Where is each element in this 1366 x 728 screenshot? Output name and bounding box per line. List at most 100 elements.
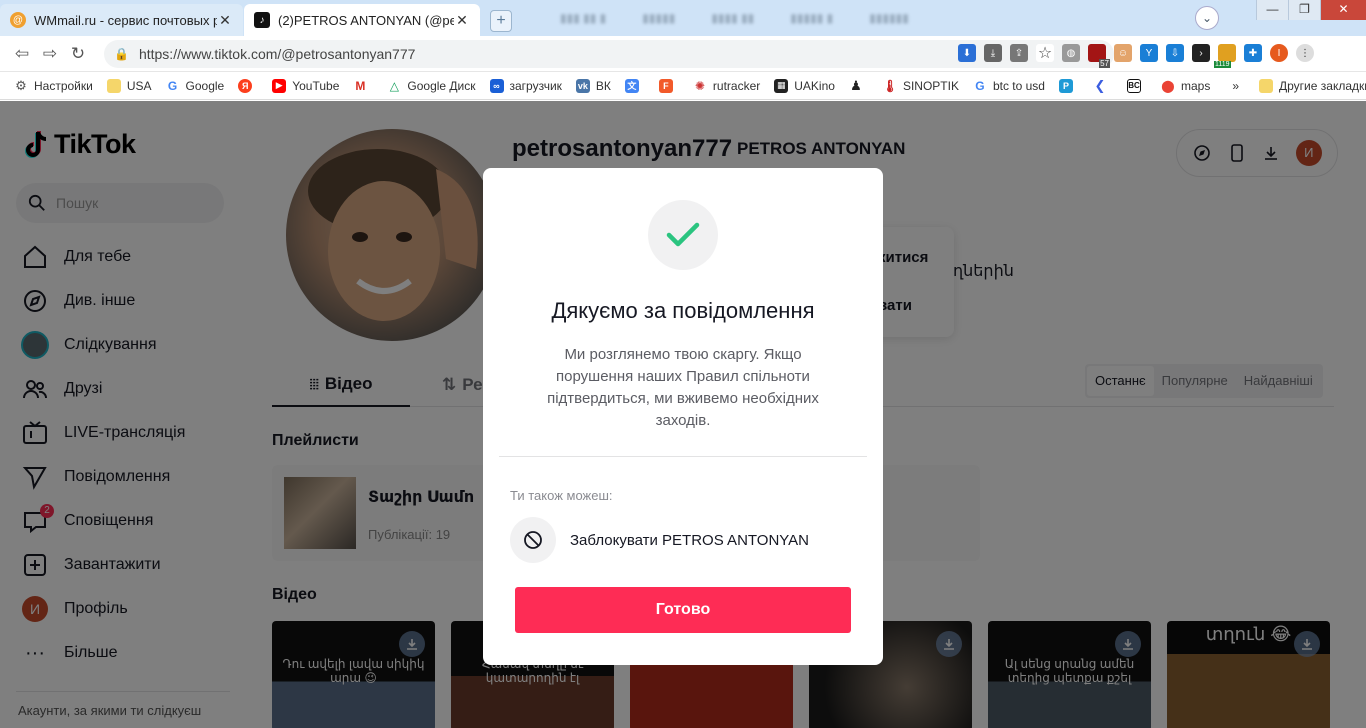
window-controls: — ❐ ✕ [1256, 0, 1366, 20]
bookmark-settings[interactable]: ⚙ Настройки [14, 77, 93, 93]
also-can-label: Ти також можеш: [510, 488, 613, 503]
close-tab-icon[interactable]: ✕ [454, 12, 470, 29]
face-extension-icon[interactable]: ☺ [1114, 44, 1132, 62]
coin-extension-icon[interactable]: 1119 [1214, 44, 1236, 68]
close-tab-icon[interactable]: ✕ [217, 12, 233, 29]
tab-search-button[interactable]: ⌄ [1195, 6, 1219, 30]
drive-icon: △ [387, 78, 402, 93]
browser-tabbar: @ WMmail.ru - сервис почтовых рас ✕ ♪ (2… [0, 0, 1366, 36]
bookmark-uakino[interactable]: ▦ UAKino [774, 78, 835, 93]
browser-tab-wmmail[interactable]: @ WMmail.ru - сервис почтовых рас ✕ [0, 4, 243, 36]
bookmark-label: UAKino [794, 78, 835, 93]
youtube-icon: ▶ [272, 78, 287, 93]
gear-icon: ⚙ [15, 77, 27, 93]
bookmark-gmail[interactable]: M [353, 78, 373, 93]
tiktok-favicon-icon: ♪ [254, 12, 270, 28]
bookmark-label: maps [1180, 78, 1211, 93]
bookmark-usa[interactable]: USA [106, 78, 152, 93]
bookmark-yandex[interactable]: Я [238, 78, 258, 93]
share-icon[interactable]: ⇪ [1010, 44, 1028, 62]
blurred-tabs: ▮▮▮ ▮▮ ▮ ▮▮▮▮▮ ▮▮▮▮ ▮▮ ▮▮▮▮▮ ▮ ▮▮▮▮▮▮ [560, 11, 909, 25]
yandex-icon: Я [238, 78, 253, 93]
bookmark-btc[interactable]: Gbtc to usd [972, 78, 1045, 93]
adblock-icon[interactable]: 57 [1088, 44, 1110, 68]
browser-tab-tiktok[interactable]: ♪ (2)PETROS ANTONYAN (@petrosan ✕ [244, 4, 480, 36]
bookmark-rutracker[interactable]: ✺ rutracker [692, 78, 761, 93]
chevron-left-icon: ❮ [1092, 77, 1107, 93]
bookmark-maps[interactable]: ⬤ maps [1160, 78, 1211, 93]
folder-icon [106, 78, 121, 93]
bookmark-f[interactable]: F [658, 78, 679, 93]
bookmark-google-drive[interactable]: △ Google Диск [387, 78, 476, 93]
bookmark-bc[interactable]: BC [1126, 78, 1147, 93]
save-page-icon[interactable]: ⤓ [984, 44, 1002, 62]
back-icon[interactable]: ⇦ [8, 44, 36, 64]
forward-icon[interactable]: ⇨ [36, 44, 64, 64]
extension-icons: ⬇ ⤓ ⇪ ☆ ◍ 57 ☺ Y ⇩ › 1119 ✚ І ⋮ [958, 44, 1314, 68]
minimize-icon[interactable]: — [1256, 0, 1288, 20]
bookmark-label: Google Диск [407, 78, 476, 93]
bookmarks-bar: ⚙ Настройки USA G Google Я ▶ YouTube M △ Goo… [0, 72, 1366, 100]
bookmark-vk[interactable]: vk ВК [575, 78, 611, 93]
bookmark-label: Google [185, 78, 225, 93]
block-user-option[interactable]: Заблокувати PETROS ANTONYAN [510, 517, 809, 563]
bookmark-pawn[interactable]: ♟ [848, 77, 869, 93]
bookmarks-more-button[interactable]: » [1232, 79, 1239, 93]
close-window-icon[interactable]: ✕ [1320, 0, 1366, 20]
profile-icon[interactable]: І [1270, 44, 1288, 62]
bookmark-sinoptik[interactable]: 🌡 SINOPTIK [882, 78, 959, 93]
bookmark-google[interactable]: G Google [165, 78, 225, 93]
bookmark-label: ВК [595, 78, 611, 93]
folder-icon [1259, 78, 1274, 93]
bookmark-translate[interactable]: 文 [624, 78, 645, 93]
bookmark-downloader[interactable]: ∞ загрузчик [489, 78, 562, 93]
tab-title: (2)PETROS ANTONYAN (@petrosan [278, 12, 454, 28]
f-icon: F [658, 78, 673, 93]
gmail-icon: M [353, 78, 368, 93]
reload-icon[interactable]: ↻ [64, 44, 92, 64]
bookmark-label: YouTube [292, 78, 340, 93]
wmmail-favicon-icon: @ [10, 12, 26, 28]
google-icon: G [972, 78, 987, 93]
bookmark-youtube[interactable]: ▶ YouTube [272, 78, 340, 93]
bookmark-label: rutracker [712, 78, 761, 93]
modal-divider [499, 456, 867, 457]
translate-icon: 文 [624, 78, 639, 93]
google-icon: G [165, 78, 180, 93]
bookmark-star-icon[interactable]: ☆ [1036, 44, 1054, 62]
film-icon: ▦ [774, 78, 789, 93]
menu-icon[interactable]: ⋮ [1296, 44, 1314, 62]
bookmark-p[interactable]: P [1058, 78, 1079, 93]
modal-title: Дякуємо за повідомлення [551, 298, 815, 323]
bookmark-label: Другие закладки [1279, 78, 1366, 93]
p-icon: P [1058, 78, 1073, 93]
done-button[interactable]: Готово [515, 587, 851, 633]
y-extension-icon[interactable]: Y [1140, 44, 1158, 62]
bookmark-label: Настройки [34, 78, 93, 93]
report-confirmation-modal: Дякуємо за повідомлення Ми розглянемо тв… [483, 168, 883, 665]
block-user-label: Заблокувати PETROS ANTONYAN [570, 531, 810, 549]
other-bookmarks[interactable]: Другие закладки [1259, 78, 1366, 93]
ext-badge: 57 [1099, 59, 1110, 68]
url-text: https://www.tiktok.com/@petrosantonyan77… [138, 46, 416, 62]
more-chevrons: » [1232, 78, 1240, 93]
bookmark-label: загрузчик [509, 78, 562, 93]
pawn-icon: ♟ [848, 77, 863, 93]
bookmark-label: SINOPTIK [902, 78, 959, 93]
rutracker-icon: ✺ [692, 78, 707, 93]
bookmark-label: USA [126, 78, 152, 93]
infinity-icon: ∞ [489, 78, 504, 93]
lock-icon: 🔒 [114, 47, 129, 61]
ext-badge-2: 1119 [1214, 61, 1231, 68]
bookmark-arrow[interactable]: ❮ [1092, 77, 1113, 93]
tiktok-page: TikTok Пошук Для тебе Див. інше Слідкува… [0, 101, 1366, 728]
map-pin-icon: ⬤ [1160, 78, 1175, 93]
download-icon[interactable]: ⬇ [958, 44, 976, 62]
globe-icon[interactable]: ◍ [1062, 44, 1080, 62]
terminal-extension-icon[interactable]: › [1192, 44, 1210, 62]
new-tab-button[interactable]: + [490, 10, 512, 32]
bookmark-label: btc to usd [992, 78, 1045, 93]
puzzle-icon[interactable]: ✚ [1244, 44, 1262, 62]
arrow-extension-icon[interactable]: ⇩ [1166, 44, 1184, 62]
maximize-icon[interactable]: ❐ [1288, 0, 1320, 20]
